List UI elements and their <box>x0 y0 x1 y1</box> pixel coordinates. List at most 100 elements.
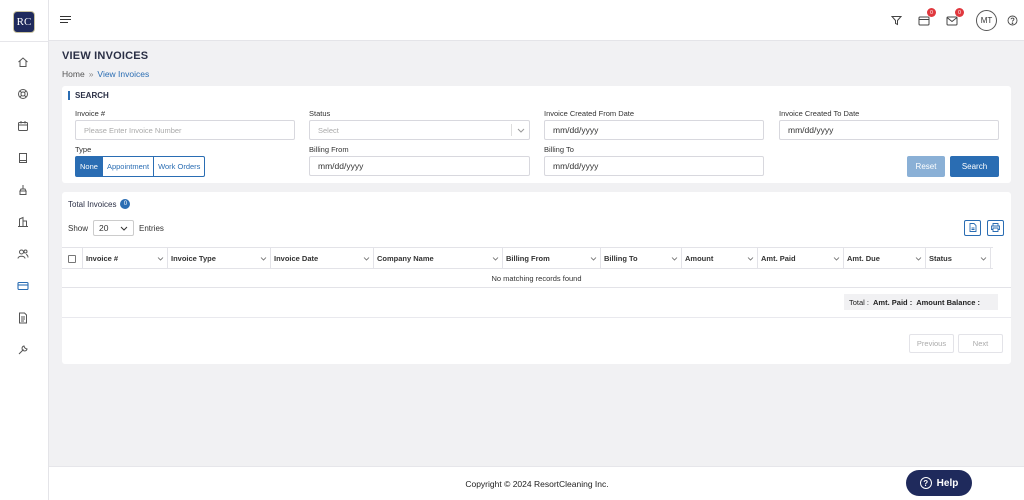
billing-from-date-input[interactable]: mm/dd/yyyy <box>309 156 530 176</box>
column-header[interactable]: Invoice Date <box>271 248 374 269</box>
column-header[interactable]: Company Name <box>374 248 503 269</box>
invoice-number-placeholder: Please Enter Invoice Number <box>84 125 182 135</box>
column-header[interactable]: Invoice Type <box>168 248 271 269</box>
help-question-icon: ? <box>919 477 932 489</box>
created-from-value: mm/dd/yyyy <box>553 125 599 135</box>
totals-summary: Total : Amt. Paid : Amount Balance : <box>844 294 998 310</box>
created-to-value: mm/dd/yyyy <box>788 125 834 135</box>
column-label: Amt. Due <box>847 254 880 263</box>
sidebar: RC <box>0 0 49 500</box>
logo-text: RC <box>16 16 32 28</box>
column-header[interactable]: Amt. Paid <box>758 248 844 269</box>
select-all-checkbox[interactable] <box>68 254 76 263</box>
column-label: Billing From <box>506 254 550 263</box>
column-label: Company Name <box>377 254 434 263</box>
app-logo[interactable]: RC <box>13 11 35 33</box>
amount-balance-label: Amount Balance : <box>916 297 980 307</box>
sort-icon <box>833 254 840 263</box>
page-length-select[interactable]: 20 <box>93 220 135 236</box>
book-icon[interactable] <box>15 150 31 166</box>
sort-icon <box>980 254 987 263</box>
status-label: Status <box>309 109 331 118</box>
column-header[interactable]: Amount <box>682 248 758 269</box>
column-label: Billing To <box>604 254 638 263</box>
table-divider <box>62 317 1011 318</box>
cleaning-icon[interactable] <box>15 182 31 198</box>
notifications-icon[interactable]: 0 <box>917 8 936 27</box>
column-header[interactable]: Billing To <box>601 248 682 269</box>
created-to-date-input[interactable]: mm/dd/yyyy <box>779 120 999 140</box>
mail-icon[interactable]: 0 <box>945 8 964 27</box>
sort-icon <box>747 254 754 263</box>
export-button[interactable] <box>964 220 981 236</box>
next-page-button[interactable]: Next <box>958 334 1003 353</box>
search-heading: SEARCH <box>68 91 109 100</box>
print-button[interactable] <box>987 220 1004 236</box>
type-label: Type <box>75 145 92 154</box>
help-button[interactable]: ? Help <box>906 470 972 496</box>
entries-label: Entries <box>139 223 164 233</box>
billing-to-label: Billing To <box>544 145 574 154</box>
menu-toggle-icon[interactable] <box>60 15 72 27</box>
life-ring-icon[interactable] <box>15 86 31 102</box>
billing-to-date-input[interactable]: mm/dd/yyyy <box>544 156 764 176</box>
sort-icon <box>915 254 922 263</box>
breadcrumb: Home» View Invoices <box>62 69 149 79</box>
type-toggle-group: None Appointment Work Orders <box>75 156 206 177</box>
calendar-icon[interactable] <box>15 118 31 134</box>
avatar-initials: MT <box>980 16 993 25</box>
users-icon[interactable] <box>15 246 31 262</box>
print-icon <box>991 222 1000 234</box>
select-all-cell <box>62 248 83 269</box>
status-select[interactable]: Select <box>309 120 530 140</box>
column-label: Status <box>929 254 952 263</box>
column-label: Amount <box>685 254 714 263</box>
billing-to-value: mm/dd/yyyy <box>553 161 599 171</box>
column-header[interactable]: Billing From <box>503 248 601 269</box>
empty-table-message: No matching records found <box>62 269 1011 288</box>
column-header[interactable]: Invoice # <box>83 248 168 269</box>
column-label: Invoice Type <box>171 254 216 263</box>
top-bar: 0 0 MT <box>49 0 1024 41</box>
column-header[interactable]: Status <box>926 248 991 269</box>
column-label: Invoice # <box>86 254 119 263</box>
created-to-label: Invoice Created To Date <box>779 109 860 118</box>
invoice-number-input[interactable]: Please Enter Invoice Number <box>75 120 295 140</box>
help-circle-icon[interactable] <box>1005 13 1019 27</box>
reset-button[interactable]: Reset <box>907 156 945 177</box>
breadcrumb-current: View Invoices <box>97 69 150 79</box>
previous-page-button[interactable]: Previous <box>909 334 954 353</box>
messages-badge: 0 <box>955 8 964 17</box>
home-icon[interactable] <box>15 54 31 70</box>
document-icon[interactable] <box>15 310 31 326</box>
sort-icon <box>492 254 499 263</box>
created-from-date-input[interactable]: mm/dd/yyyy <box>544 120 764 140</box>
billing-from-value: mm/dd/yyyy <box>318 161 364 171</box>
breadcrumb-separator: » <box>88 69 94 79</box>
sort-icon <box>157 254 164 263</box>
type-appointment-button[interactable]: Appointment <box>102 156 155 177</box>
sort-icon <box>671 254 678 263</box>
sort-icon <box>260 254 267 263</box>
type-work-orders-button[interactable]: Work Orders <box>154 156 206 177</box>
search-button[interactable]: Search <box>950 156 999 177</box>
breadcrumb-home[interactable]: Home <box>62 69 85 79</box>
credit-card-icon[interactable] <box>15 278 31 294</box>
page-length-control: Show 20 Entries <box>68 220 164 236</box>
building-icon[interactable] <box>15 214 31 230</box>
wrench-icon[interactable] <box>15 342 31 358</box>
total-invoices: Total Invoices 0 <box>68 199 131 209</box>
type-none-button[interactable]: None <box>75 156 103 177</box>
totals-label: Total : <box>849 297 870 307</box>
chevron-down-icon <box>511 124 529 136</box>
total-invoices-label: Total Invoices <box>68 199 117 209</box>
export-file-icon <box>969 222 977 234</box>
user-avatar[interactable]: MT <box>976 10 997 31</box>
copyright-text: Copyright © 2024 ResortCleaning Inc. <box>465 479 609 489</box>
sidebar-divider <box>0 41 49 42</box>
column-header[interactable]: Amt. Due <box>844 248 926 269</box>
filter-icon[interactable] <box>889 13 903 27</box>
invoice-number-label: Invoice # <box>75 109 106 118</box>
page-title: VIEW INVOICES <box>62 50 149 62</box>
table-header: Invoice # Invoice Type Invoice Date Comp… <box>62 247 993 269</box>
